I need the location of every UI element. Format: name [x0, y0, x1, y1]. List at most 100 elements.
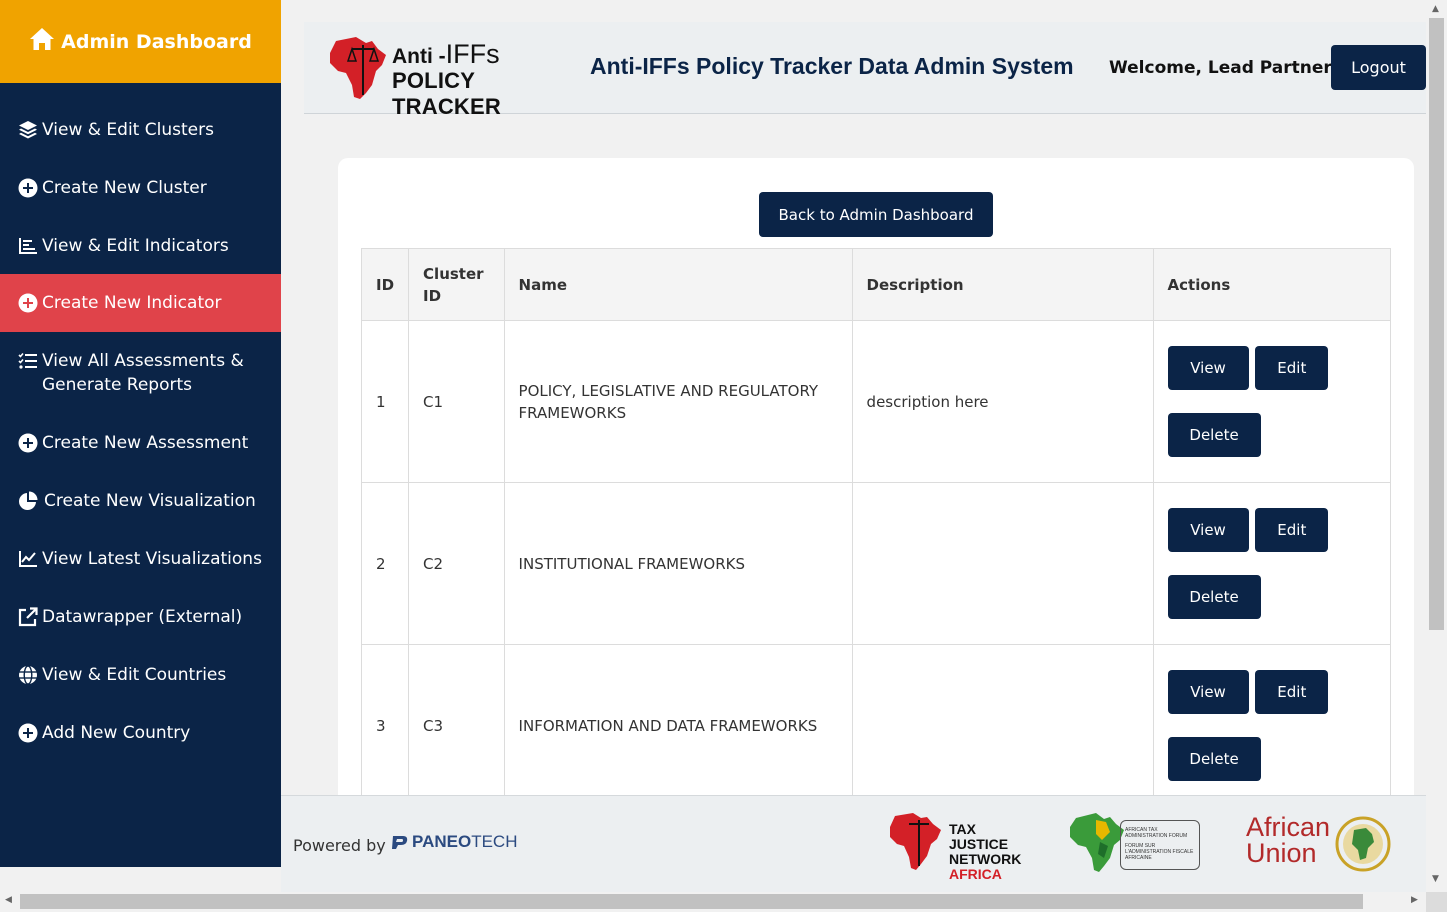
tjn-line-2: NETWORK: [949, 851, 1022, 867]
cell-id: 2: [360, 482, 410, 645]
paneotech-mark-icon: [392, 836, 408, 849]
sidebar-item-view-edit-countries[interactable]: View & Edit Countries: [0, 663, 281, 687]
page-title: Anti-IFFs Policy Tracker Data Admin Syst…: [590, 53, 1074, 79]
sidebar-item-create-new-indicator[interactable]: Create New Indicator: [0, 274, 281, 332]
scroll-right-arrow-icon[interactable]: ▶: [1411, 895, 1418, 905]
au-wordmark: African Union: [1246, 812, 1331, 868]
sidebar-item-label: Create New Visualization: [44, 491, 256, 511]
sidebar-item-view-edit-indicators[interactable]: View & Edit Indicators: [0, 234, 281, 258]
scroll-left-arrow-icon[interactable]: ◀: [5, 895, 12, 905]
au-emblem-icon: [1335, 816, 1391, 872]
au-line-1: African: [1246, 812, 1331, 842]
vertical-scrollbar[interactable]: ▲ ▼: [1426, 0, 1447, 892]
clusters-table: ID Cluster ID Name Description Actions 1…: [360, 248, 1392, 807]
cell-name: INSTITUTIONAL FRAMEWORKS: [503, 482, 853, 645]
bar-chart-icon: [17, 235, 39, 257]
ataf-wordmark: AFRICAN TAX ADMINISTRATION FORUM FORUM S…: [1120, 820, 1200, 870]
logo-iffs-text: IFFs: [445, 39, 500, 69]
vertical-scroll-thumb[interactable]: [1429, 18, 1444, 630]
clusters-card: Back to Admin Dashboard ID Cluster ID Na…: [338, 158, 1414, 858]
sidebar-item-create-new-visualization[interactable]: Create New Visualization: [0, 489, 281, 513]
sidebar-item-label: Create New Indicator: [42, 293, 222, 313]
cell-actions: View Edit Delete: [1152, 482, 1392, 645]
africa-map-icon: [330, 37, 386, 99]
plus-circle-icon: [17, 722, 39, 744]
sidebar-brand-admin-dashboard[interactable]: Admin Dashboard: [0, 0, 281, 83]
tax-justice-network-africa-logo[interactable]: TAX JUSTICE NETWORK AFRICA: [887, 812, 1027, 882]
cell-description: [851, 482, 1154, 645]
edit-button[interactable]: Edit: [1255, 670, 1329, 714]
column-header-id: ID: [360, 248, 410, 321]
sidebar-item-label: View All Assessments & Generate Reports: [42, 351, 244, 395]
logo-wordmark: Anti -IFFs POLICY TRACKER: [392, 39, 566, 120]
sidebar-item-view-latest-visualizations[interactable]: View Latest Visualizations: [0, 547, 281, 571]
ataf-logo[interactable]: AFRICAN TAX ADMINISTRATION FORUM FORUM S…: [1066, 810, 1201, 874]
view-button[interactable]: View: [1167, 508, 1249, 552]
pie-chart-icon: [17, 490, 39, 512]
sidebar-item-label: Create New Assessment: [42, 433, 249, 453]
logout-button[interactable]: Logout: [1331, 45, 1426, 90]
tech-text: TECH: [471, 832, 518, 851]
ataf-line-en: AFRICAN TAX ADMINISTRATION FORUM: [1125, 827, 1188, 839]
plus-circle-icon: [17, 177, 39, 199]
sidebar-item-create-new-assessment[interactable]: Create New Assessment: [0, 431, 281, 455]
tjn-africa-map-icon: [890, 813, 941, 870]
layers-icon: [17, 119, 39, 141]
logo-policy-tracker-text: POLICY TRACKER: [392, 68, 501, 119]
anti-iffs-logo[interactable]: Anti -IFFs POLICY TRACKER: [326, 35, 566, 119]
cell-name: POLICY, LEGISLATIVE AND REGULATORY FRAME…: [503, 320, 853, 483]
horizontal-scroll-thumb[interactable]: [20, 894, 1363, 909]
top-header: Anti -IFFs POLICY TRACKER Anti-IFFs Poli…: [304, 22, 1426, 119]
external-link-icon: [17, 606, 39, 628]
cell-id: 1: [360, 320, 410, 483]
sidebar-item-create-new-cluster[interactable]: Create New Cluster: [0, 176, 281, 200]
footer: Powered by PANEOTECH TAX JUSTICE NETWORK…: [281, 795, 1426, 892]
cell-actions: View Edit Delete: [1152, 320, 1392, 483]
table-row: 3 C3 INFORMATION AND DATA FRAMEWORKS Vie…: [360, 644, 1392, 807]
au-line-2: Union: [1246, 838, 1317, 868]
sidebar-item-datawrapper-external[interactable]: Datawrapper (External): [0, 605, 281, 629]
african-union-logo[interactable]: African Union: [1246, 814, 1396, 874]
sidebar-item-label: View & Edit Clusters: [42, 120, 214, 140]
cell-cluster-id: C2: [408, 482, 505, 645]
tjn-line-3: AFRICA: [949, 866, 1002, 882]
cell-id: 3: [360, 644, 410, 807]
sidebar-item-label: Add New Country: [42, 723, 191, 743]
delete-button[interactable]: Delete: [1167, 737, 1261, 781]
sidebar-item-view-all-assessments[interactable]: View All Assessments & Generate Reports: [0, 349, 281, 397]
sidebar-brand-label: Admin Dashboard: [61, 30, 252, 53]
paneo-text: PANEO: [412, 832, 472, 851]
sidebar-item-label: View Latest Visualizations: [42, 549, 262, 569]
scrollbar-corner: [1426, 892, 1447, 912]
scroll-up-arrow-icon[interactable]: ▲: [1432, 4, 1439, 14]
delete-button[interactable]: Delete: [1167, 413, 1261, 457]
horizontal-scrollbar[interactable]: ◀ ▶: [0, 892, 1426, 912]
line-chart-icon: [17, 548, 39, 570]
plus-circle-icon: [17, 292, 39, 314]
view-button[interactable]: View: [1167, 346, 1249, 390]
column-header-actions: Actions: [1152, 248, 1392, 321]
tjn-wordmark: TAX JUSTICE NETWORK AFRICA: [949, 822, 1027, 882]
sidebar-item-view-edit-clusters[interactable]: View & Edit Clusters: [0, 118, 281, 142]
sidebar-item-label: Datawrapper (External): [42, 607, 243, 627]
table-row: 2 C2 INSTITUTIONAL FRAMEWORKS View Edit …: [360, 482, 1392, 645]
edit-button[interactable]: Edit: [1255, 346, 1329, 390]
sidebar-item-label: Create New Cluster: [42, 178, 207, 198]
checklist-icon: [17, 350, 39, 372]
cell-cluster-id: C1: [408, 320, 505, 483]
edit-button[interactable]: Edit: [1255, 508, 1329, 552]
column-header-description: Description: [851, 248, 1154, 321]
paneotech-logo[interactable]: PANEOTECH: [391, 832, 517, 852]
back-to-admin-dashboard-button[interactable]: Back to Admin Dashboard: [759, 192, 993, 237]
powered-by-label: Powered by: [293, 836, 386, 855]
column-header-cluster-id: Cluster ID: [408, 248, 505, 321]
table-header-row: ID Cluster ID Name Description Actions: [360, 248, 1392, 321]
sidebar-item-add-new-country[interactable]: Add New Country: [0, 721, 281, 745]
plus-circle-icon: [17, 432, 39, 454]
cell-description: description here: [851, 320, 1154, 483]
scroll-down-arrow-icon[interactable]: ▼: [1432, 874, 1439, 884]
globe-icon: [17, 664, 39, 686]
cell-name: INFORMATION AND DATA FRAMEWORKS: [503, 644, 853, 807]
view-button[interactable]: View: [1167, 670, 1249, 714]
delete-button[interactable]: Delete: [1167, 575, 1261, 619]
